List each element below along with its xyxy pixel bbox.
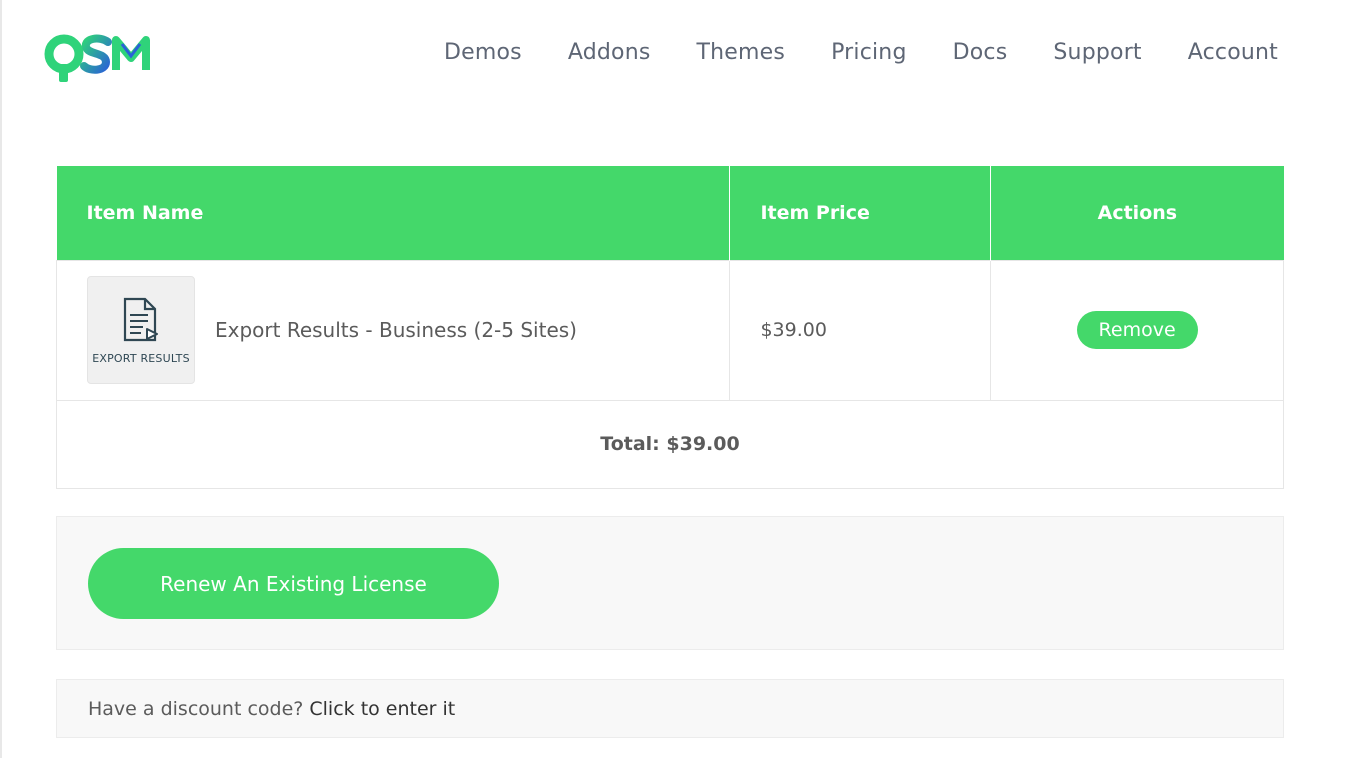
nav-docs[interactable]: Docs (953, 40, 1008, 65)
nav-support[interactable]: Support (1053, 40, 1141, 65)
column-header-actions: Actions (990, 166, 1284, 260)
item-thumbnail[interactable]: EXPORT RESULTS (87, 276, 195, 384)
cart-item-cell: EXPORT RESULTS Export Results - Business… (55, 259, 731, 401)
discount-enter-link[interactable]: Click to enter it (309, 698, 455, 720)
column-header-item-price: Item Price (729, 166, 992, 260)
renew-license-button[interactable]: Renew An Existing License (88, 548, 499, 619)
cart-item-row: EXPORT RESULTS Export Results - Business… (55, 259, 1284, 401)
nav-account[interactable]: Account (1188, 40, 1278, 65)
site-header: Demos Addons Themes Pricing Docs Support… (0, 0, 1352, 110)
item-name: Export Results - Business (2-5 Sites) (215, 318, 577, 342)
nav-themes[interactable]: Themes (697, 40, 786, 65)
item-thumbnail-label: EXPORT RESULTS (92, 351, 190, 365)
document-export-icon (123, 297, 158, 341)
item-price: $39.00 (729, 259, 992, 401)
discount-panel: Have a discount code? Click to enter it (56, 679, 1284, 738)
discount-prompt: Have a discount code? (88, 697, 304, 720)
page-left-border (0, 0, 2, 758)
cart-header-row: Item Name Item Price Actions (56, 166, 1284, 260)
renew-license-panel: Renew An Existing License (56, 516, 1284, 650)
nav-addons[interactable]: Addons (568, 40, 651, 65)
nav-demos[interactable]: Demos (444, 40, 522, 65)
qsm-logo[interactable] (42, 30, 164, 86)
nav-pricing[interactable]: Pricing (831, 40, 907, 65)
main-nav: Demos Addons Themes Pricing Docs Support… (444, 40, 1278, 65)
cart-total: Total: $39.00 (56, 399, 1284, 489)
cart-total-row: Total: $39.00 (56, 399, 1284, 489)
cart-table: Item Name Item Price Actions EXPORT RESU… (55, 166, 1284, 489)
qsm-logo-graphic (44, 34, 150, 82)
remove-button[interactable]: Remove (1076, 311, 1198, 349)
column-header-item-name: Item Name (56, 166, 731, 260)
cart-item: EXPORT RESULTS Export Results - Business… (87, 276, 729, 384)
item-actions-cell: Remove (990, 259, 1284, 401)
